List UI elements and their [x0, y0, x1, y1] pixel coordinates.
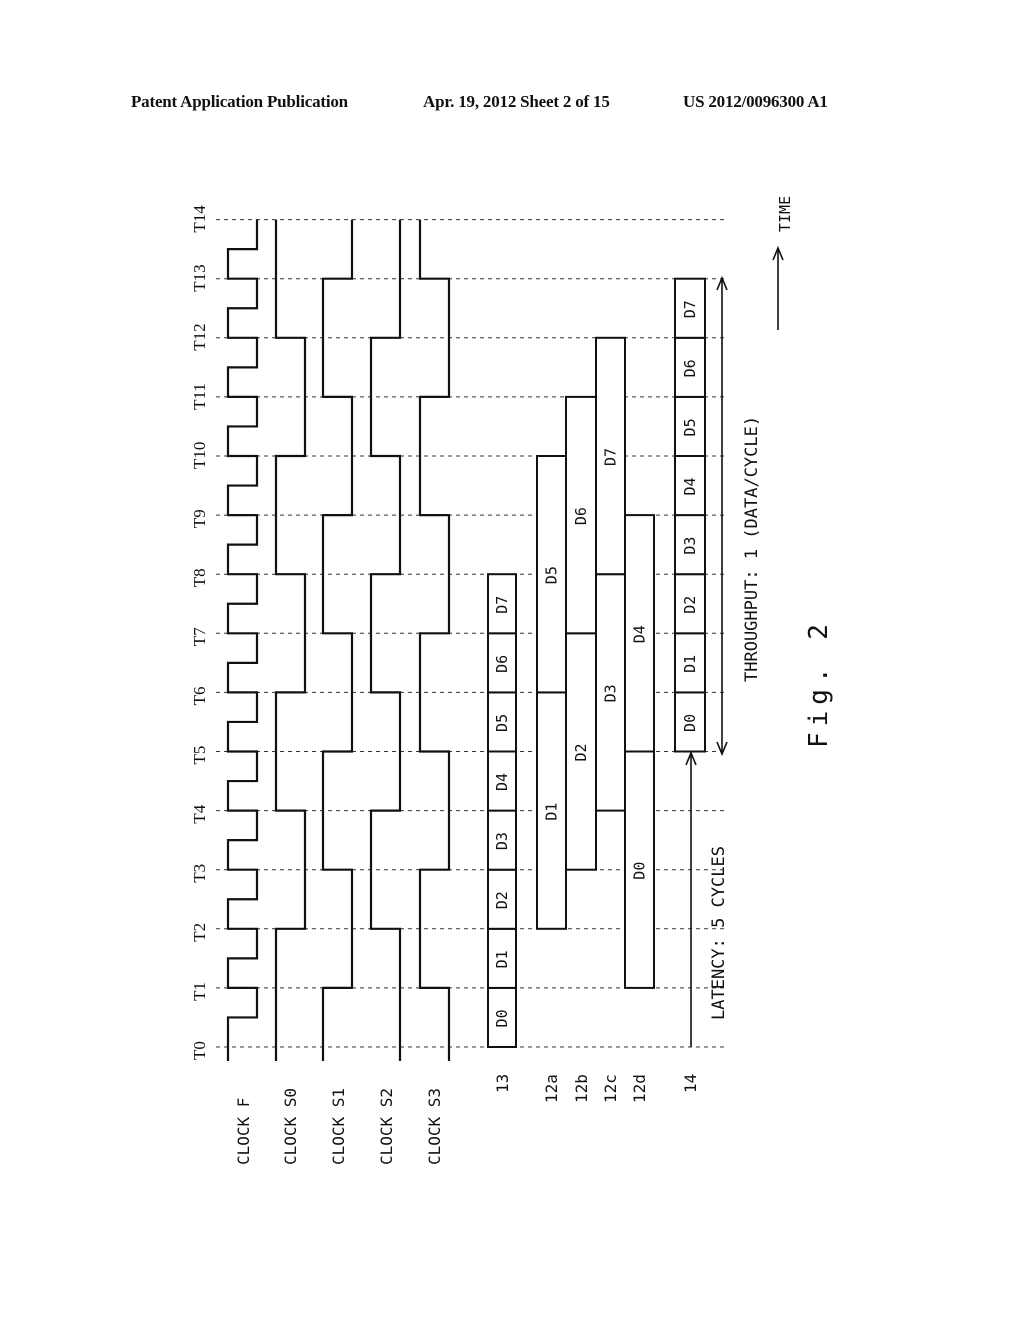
data-block-label: D2 [572, 743, 590, 761]
time-label: T12 [190, 323, 209, 350]
time-label: T3 [190, 864, 209, 883]
row-14-label: 14 [681, 1074, 700, 1093]
latency-label: LATENCY: 5 CYCLES [709, 846, 729, 1020]
time-label: T2 [190, 923, 209, 942]
clock-s0-waveform [274, 219, 307, 1061]
data-block-label: D7 [493, 596, 511, 614]
data-block-label: D0 [631, 862, 649, 880]
data-block-label: D4 [493, 773, 511, 791]
row-13-block-d6: D6 [487, 632, 517, 694]
time-label: T14 [190, 205, 209, 233]
row-13-block-d2: D2 [487, 868, 517, 930]
row-12b-block-d6: D6 [565, 395, 597, 635]
row-13-block-d0: D0 [487, 986, 517, 1049]
time-label: T11 [190, 383, 209, 410]
row-14-block-d7: D7 [674, 277, 706, 339]
row-14-block-d3: D3 [674, 514, 706, 576]
clock-f-label: CLOCK F [234, 1098, 253, 1165]
time-label: T7 [190, 627, 209, 646]
data-block-label: D7 [681, 300, 699, 318]
row-12d-block-d0: D0 [624, 750, 655, 989]
row-12a-block-d5: D5 [536, 455, 567, 694]
row-13-label: 13 [493, 1074, 512, 1093]
row-12d-block-d4: D4 [624, 514, 655, 753]
row-12b-block-d2: D2 [565, 632, 597, 871]
data-block-label: D5 [543, 566, 561, 584]
row-14-block-d4: D4 [674, 455, 706, 517]
data-block-label: D6 [681, 359, 699, 377]
data-block-label: D4 [631, 625, 649, 643]
clock-s2-waveform [369, 219, 402, 1061]
data-block-label: D3 [602, 684, 620, 702]
row-14-block-d1: D1 [674, 632, 706, 694]
row-14-block-d0: D0 [674, 691, 706, 753]
data-block-label: D4 [681, 477, 699, 495]
data-block-label: D5 [493, 714, 511, 732]
data-block-label: D5 [681, 418, 699, 436]
row-14-block-d2: D2 [674, 573, 706, 635]
data-block-label: D0 [681, 714, 699, 732]
clock-s0-label: CLOCK S0 [281, 1088, 300, 1165]
figure-caption: Fig. 2 [804, 618, 834, 748]
data-block-label: D2 [493, 891, 511, 909]
clock-s1-label: CLOCK S1 [329, 1088, 348, 1165]
row-labels: CLOCK F CLOCK S0 CLOCK S1 CLOCK S2 CLOCK S3 1… [234, 1074, 700, 1165]
time-axis-label: TIME [776, 196, 794, 232]
clock-s3-waveform [418, 219, 451, 1061]
time-labels: T0 T1 T2 T3 T4 T5 T6 T7 T8 T9 T10 T11 T12 T13 T14 [190, 205, 209, 1060]
data-block-label: D3 [681, 537, 699, 555]
time-label: T0 [190, 1041, 209, 1060]
row-12a-label: 12a [542, 1074, 561, 1103]
time-label: T9 [190, 509, 209, 528]
time-label: T5 [190, 746, 209, 765]
data-block-label: D1 [493, 950, 511, 968]
row-12c-label: 12c [601, 1074, 620, 1103]
row-14-block-d5: D5 [674, 395, 706, 457]
row-13-block-d4: D4 [487, 750, 517, 812]
time-label: T10 [190, 442, 209, 469]
data-block-label: D1 [543, 803, 561, 821]
row-12c-block-d3: D3 [595, 573, 626, 812]
data-block-label: D7 [602, 448, 620, 466]
clock-f-waveform [226, 219, 259, 1061]
throughput-label: THROUGHPUT: 1 (DATA/CYCLE) [742, 416, 762, 682]
clock-s1-waveform [321, 219, 354, 1061]
annotations: LATENCY: 5 CYCLES THROUGHPUT: 1 (DATA/CY… [685, 196, 834, 1047]
data-block-label: D1 [681, 655, 699, 673]
row-14-block-d6: D6 [674, 336, 706, 398]
data-block-label: D6 [493, 655, 511, 673]
row-13-block-d5: D5 [487, 691, 517, 753]
data-block-label: D2 [681, 596, 699, 614]
timing-diagram: T0 T1 T2 T3 T4 T5 T6 T7 T8 T9 T10 T11 T12 T13 T14 D0 D1… [190, 196, 834, 1165]
data-block-label: D3 [493, 832, 511, 850]
data-block-label: D0 [493, 1009, 511, 1027]
row-12d-label: 12d [630, 1074, 649, 1103]
time-label: T6 [190, 687, 209, 706]
clock-s3-label: CLOCK S3 [425, 1088, 444, 1165]
row-13-block-d1: D1 [487, 927, 517, 989]
row-12b-label: 12b [572, 1074, 591, 1103]
clock-waveforms [226, 219, 451, 1061]
row-12c-block-d7: D7 [595, 336, 626, 576]
clock-s2-label: CLOCK S2 [377, 1088, 396, 1165]
row-12a-block-d1: D1 [536, 691, 567, 930]
time-label: T13 [190, 264, 209, 291]
data-blocks: D0 D1 D2 D3 D4 D5 D6 D7 D1 D5 D2 D6 D3 D7 D0 D4 D0 D1 D2 D3… [487, 277, 706, 1049]
row-13-block-d7: D7 [487, 573, 517, 635]
time-label: T8 [190, 568, 209, 587]
row-13-block-d3: D3 [487, 809, 517, 871]
data-block-label: D6 [572, 507, 590, 525]
time-label: T4 [190, 804, 209, 823]
time-label: T1 [190, 982, 209, 1001]
